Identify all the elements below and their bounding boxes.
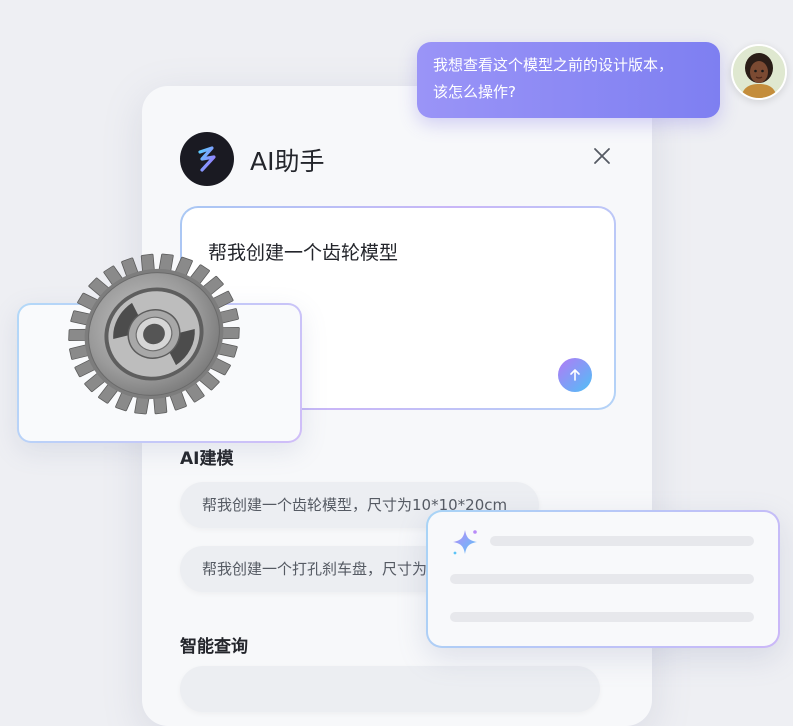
sparkle-icon [453,530,477,555]
send-button[interactable] [558,358,592,392]
query-chip[interactable] [180,666,600,712]
section-title-smart-query: 智能查询 [180,637,248,657]
user-message-line: 该怎么操作? [433,83,516,101]
gear-model-icon [68,253,240,415]
loading-skeleton-line [490,536,754,546]
user-message-bubble: 我想查看这个模型之前的设计版本， 该怎么操作? [417,42,720,118]
panel-title: AI助手 [250,147,325,176]
loading-skeleton-line [450,612,754,622]
generating-result-card [426,510,780,648]
user-avatar [731,44,787,100]
section-title-ai-modeling: AI建模 [180,449,234,469]
ai-assistant-logo-icon [180,132,234,186]
close-icon[interactable] [590,144,614,168]
loading-skeleton-line [450,574,754,584]
send-arrow-icon [570,369,580,381]
user-message-line: 我想查看这个模型之前的设计版本， [433,56,674,74]
